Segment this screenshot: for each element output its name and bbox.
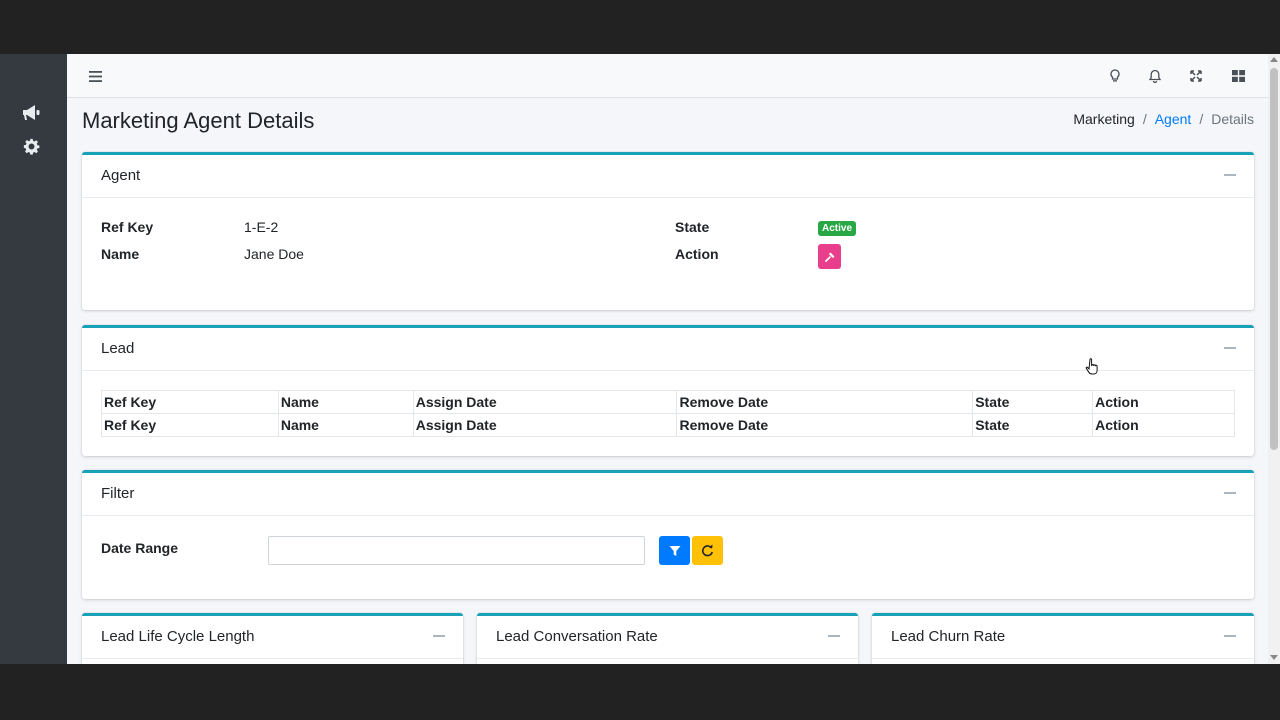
column-footer-action: Action <box>1092 413 1235 437</box>
lightbulb-icon[interactable] <box>1104 65 1126 87</box>
filter-card-header: Filter <box>82 473 1254 516</box>
date-range-label: Date Range <box>101 540 179 556</box>
screen-top-letterbox <box>0 0 1280 54</box>
bell-icon[interactable] <box>1144 65 1166 87</box>
metric-card-collapse-button[interactable] <box>828 635 840 637</box>
lead-life-cycle-length-card: Lead Life Cycle Length <box>82 613 463 664</box>
lead-table: Ref Key Name Assign Date Remove Date Sta… <box>101 390 1235 437</box>
lead-card: Lead Ref Key Name Assign Date Remove Dat… <box>82 325 1254 456</box>
breadcrumb: Marketing / Agent / Details <box>1073 111 1254 127</box>
state-label: State <box>675 219 710 235</box>
metric-card-header: Lead Conversation Rate <box>477 616 858 659</box>
refresh-icon <box>701 544 713 557</box>
agent-card-header: Agent <box>82 155 1254 198</box>
gear-icon[interactable] <box>20 135 42 157</box>
breadcrumb-item-agent[interactable]: Agent <box>1155 111 1192 127</box>
status-badge: Active <box>818 221 857 236</box>
lead-conversation-rate-card: Lead Conversation Rate <box>477 613 858 664</box>
date-range-input[interactable] <box>268 536 645 565</box>
breadcrumb-separator: / <box>1142 111 1147 127</box>
name-value: Jane Doe <box>244 246 304 262</box>
scroll-up-arrow-icon[interactable] <box>1270 57 1278 62</box>
lead-card-header: Lead <box>82 328 1254 371</box>
column-header-action[interactable]: Action <box>1092 390 1235 414</box>
vertical-scrollbar[interactable] <box>1268 54 1280 664</box>
apply-filter-button[interactable] <box>659 536 690 565</box>
ref-key-label: Ref Key <box>101 219 154 235</box>
lead-card-title: Lead <box>101 340 135 357</box>
filter-card-collapse-button[interactable] <box>1224 492 1236 494</box>
top-navbar <box>67 54 1268 98</box>
metric-card-title: Lead Life Cycle Length <box>101 628 255 645</box>
breadcrumb-item-marketing: Marketing <box>1073 111 1135 127</box>
agent-card-collapse-button[interactable] <box>1224 174 1236 176</box>
column-header-ref-key[interactable]: Ref Key <box>101 390 279 414</box>
column-footer-name: Name <box>277 413 414 437</box>
page-title: Marketing Agent Details <box>82 108 315 133</box>
ref-key-value: 1-E-2 <box>244 219 279 235</box>
metric-card-collapse-button[interactable] <box>1224 635 1236 637</box>
sidebar <box>0 54 67 664</box>
action-label: Action <box>675 246 719 262</box>
agent-card: Agent Ref Key 1-E-2 Name Jane Doe State … <box>82 152 1254 310</box>
name-label: Name <box>101 246 140 262</box>
lead-churn-rate-card: Lead Churn Rate <box>872 613 1254 664</box>
lead-card-collapse-button[interactable] <box>1224 347 1236 349</box>
screen-bottom-letterbox <box>0 664 1280 720</box>
column-header-remove-date[interactable]: Remove Date <box>676 390 974 414</box>
metric-card-header: Lead Churn Rate <box>872 616 1254 659</box>
reset-filter-button[interactable] <box>692 536 723 565</box>
filter-card: Filter Date Range <box>82 470 1254 599</box>
hamburger-menu-icon[interactable] <box>84 65 106 87</box>
breadcrumb-separator: / <box>1199 111 1204 127</box>
table-footer-row: Ref Key Name Assign Date Remove Date Sta… <box>101 413 1235 437</box>
metric-card-collapse-button[interactable] <box>433 635 445 637</box>
fullscreen-icon[interactable] <box>1185 65 1207 87</box>
edit-action-button[interactable] <box>818 244 841 269</box>
agent-card-title: Agent <box>101 167 141 184</box>
column-footer-assign-date: Assign Date <box>412 413 678 437</box>
breadcrumb-item-details: Details <box>1211 111 1254 127</box>
filter-card-title: Filter <box>101 485 135 502</box>
scrollbar-thumb[interactable] <box>1270 68 1278 450</box>
metric-card-header: Lead Life Cycle Length <box>82 616 463 659</box>
column-header-state[interactable]: State <box>972 390 1094 414</box>
scroll-down-arrow-icon[interactable] <box>1270 655 1278 660</box>
column-footer-state: State <box>972 413 1094 437</box>
grid-icon[interactable] <box>1227 65 1249 87</box>
filter-icon <box>669 545 680 556</box>
hand-cursor-icon <box>1085 358 1098 375</box>
column-footer-ref-key: Ref Key <box>101 413 279 437</box>
column-header-name[interactable]: Name <box>277 390 414 414</box>
megaphone-icon[interactable] <box>20 101 42 123</box>
gavel-icon <box>824 252 834 262</box>
table-header-row: Ref Key Name Assign Date Remove Date Sta… <box>101 390 1235 414</box>
column-header-assign-date[interactable]: Assign Date <box>412 390 678 414</box>
metric-card-title: Lead Churn Rate <box>891 628 1006 645</box>
metric-card-title: Lead Conversation Rate <box>496 628 658 645</box>
column-footer-remove-date: Remove Date <box>676 413 974 437</box>
